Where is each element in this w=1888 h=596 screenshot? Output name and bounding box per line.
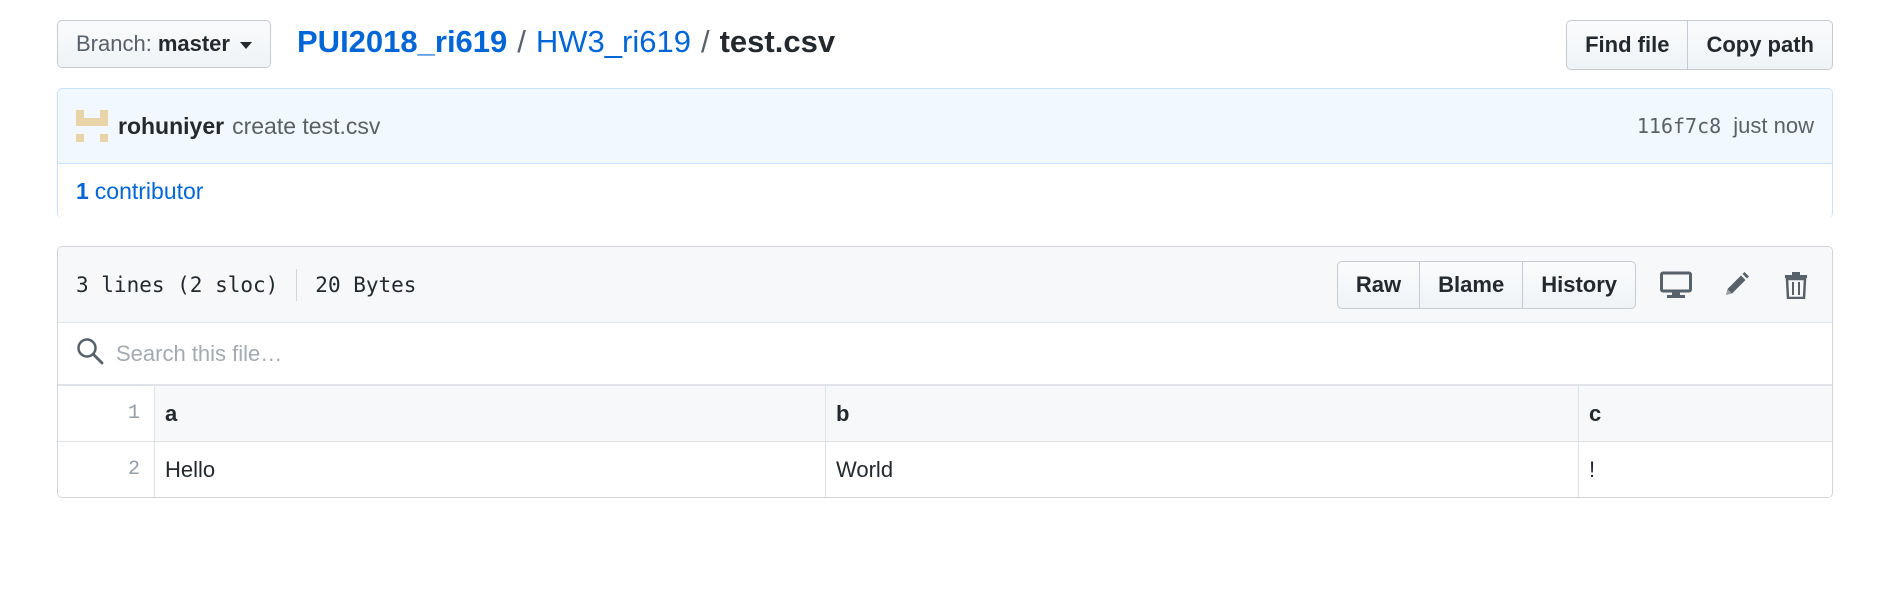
file-size: 20 Bytes [315, 272, 417, 297]
table-cell: World [825, 441, 1579, 497]
table-header-row: 1 a b c [58, 385, 1832, 442]
search-icon [76, 337, 104, 370]
file-nav-buttons: Find file Copy path [1566, 20, 1833, 70]
commit-tease: rohuniyer create test.csv 116f7c8 just n… [58, 89, 1832, 164]
table-header-cell: a [154, 385, 826, 442]
history-button[interactable]: History [1523, 261, 1636, 309]
blame-button[interactable]: Blame [1420, 261, 1524, 309]
caret-down-icon [239, 41, 252, 49]
pencil-icon[interactable] [1716, 265, 1756, 305]
file-header: 3 lines (2 sloc) 20 Bytes Raw Blame Hist… [58, 247, 1832, 323]
avatar[interactable] [76, 110, 108, 142]
breadcrumb-dir-link[interactable]: HW3_ri619 [536, 24, 691, 60]
commit-sha-link[interactable]: 116f7c8 [1637, 114, 1721, 138]
breadcrumb: PUI2018_ri619 / HW3_ri619 / test.csv [297, 24, 835, 60]
file-search-row [58, 323, 1832, 385]
csv-table: 1 a b c 2 Hello World ! [58, 385, 1832, 497]
commit-time: just now [1733, 113, 1814, 138]
desktop-icon[interactable] [1656, 265, 1696, 305]
line-number[interactable]: 2 [58, 441, 155, 497]
raw-button[interactable]: Raw [1336, 261, 1421, 309]
breadcrumb-separator: / [517, 24, 526, 59]
contributors-label: contributor [94, 177, 204, 204]
table-header-cell: b [825, 385, 1579, 442]
contributors-count: 1 [76, 177, 89, 204]
breadcrumb-separator: / [700, 24, 710, 59]
trash-icon[interactable] [1776, 265, 1816, 305]
copy-path-button[interactable]: Copy path [1688, 20, 1833, 70]
breadcrumb-file: test.csv [719, 24, 836, 59]
commit-meta: 116f7c8 just now [1637, 113, 1814, 139]
table-cell: ! [1578, 441, 1832, 497]
commit-box: rohuniyer create test.csv 116f7c8 just n… [57, 88, 1833, 218]
line-number[interactable]: 1 [58, 385, 155, 442]
contributors-link[interactable]: 1 contributor [76, 178, 203, 205]
contributors-row: 1 contributor [58, 164, 1832, 218]
table-row: 2 Hello World ! [58, 441, 1832, 497]
branch-prefix: Branch: [76, 31, 152, 56]
table-cell: Hello [154, 441, 826, 497]
breadcrumb-repo-link[interactable]: PUI2018_ri619 [297, 24, 507, 60]
table-header-cell: c [1578, 385, 1832, 442]
divider [296, 268, 298, 301]
file-actions: Raw Blame History [1336, 261, 1816, 309]
branch-name: master [157, 31, 230, 56]
file-search-input[interactable] [114, 339, 718, 368]
branch-select-button[interactable]: Branch: master [57, 20, 271, 68]
file-info: 3 lines (2 sloc) 20 Bytes [76, 268, 417, 301]
file-box: 3 lines (2 sloc) 20 Bytes Raw Blame Hist… [57, 246, 1833, 498]
file-lines-info: 3 lines (2 sloc) [76, 272, 279, 297]
find-file-button[interactable]: Find file [1566, 20, 1689, 70]
commit-message-link[interactable]: create test.csv [232, 113, 380, 140]
commit-author-link[interactable]: rohuniyer [118, 113, 224, 140]
file-navigation: Branch: master PUI2018_ri619 / HW3_ri619… [57, 20, 1833, 72]
